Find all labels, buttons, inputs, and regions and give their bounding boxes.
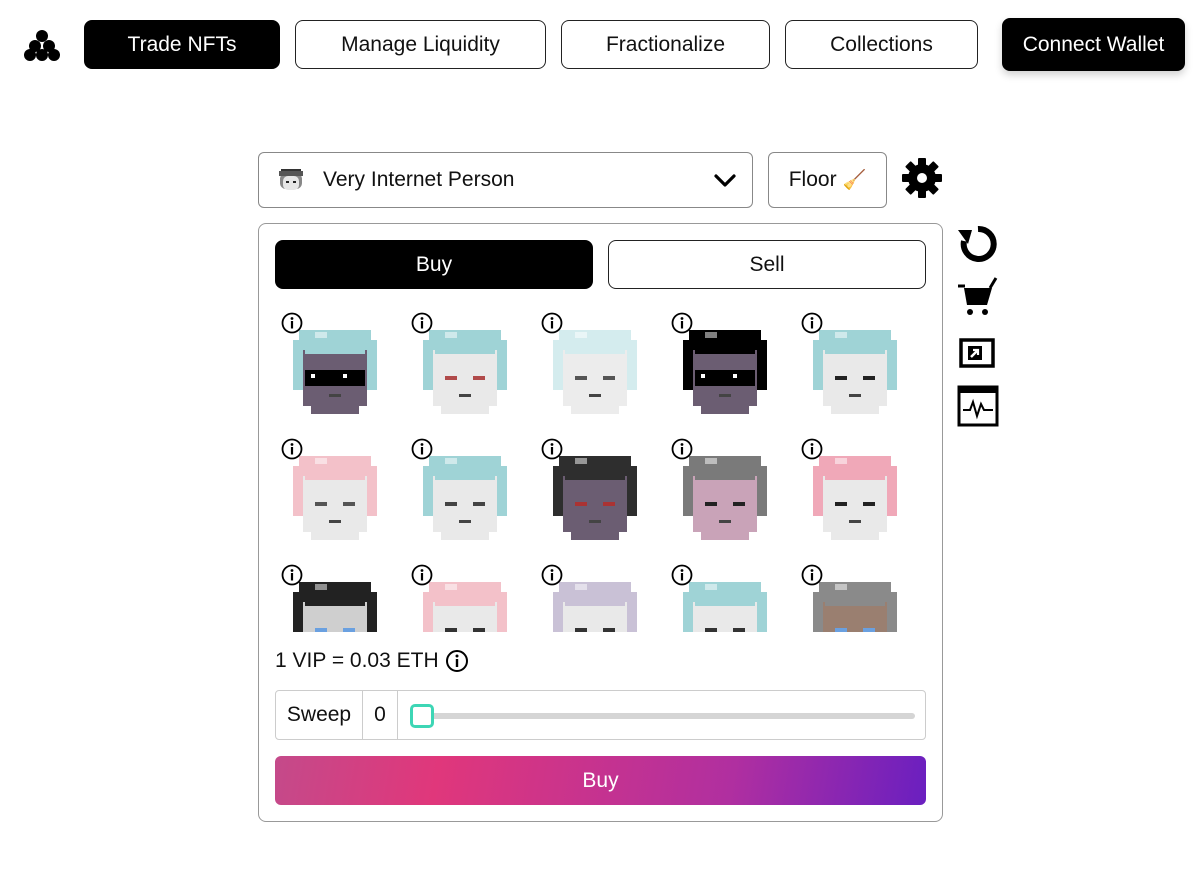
price-text: 1 VIP = 0.03 ETH [275, 649, 439, 672]
info-icon[interactable] [281, 564, 303, 586]
logo-icon[interactable] [24, 28, 60, 62]
nav-collections[interactable]: Collections [785, 20, 978, 69]
activity-icon[interactable] [956, 384, 1000, 428]
nft-item[interactable] [795, 562, 915, 632]
sweep-control: Sweep 0 [275, 690, 926, 740]
nft-item[interactable] [795, 310, 915, 430]
nft-item[interactable] [535, 310, 655, 430]
collection-select[interactable]: Very Internet Person [258, 152, 753, 208]
nft-grid [275, 310, 927, 632]
nft-avatar [813, 456, 897, 540]
nav-manage-liquidity[interactable]: Manage Liquidity [295, 20, 546, 69]
nft-item[interactable] [665, 436, 785, 556]
nft-item[interactable] [275, 562, 395, 632]
info-icon[interactable] [671, 438, 693, 460]
cart-icon[interactable] [956, 276, 1000, 320]
chevron-down-icon[interactable] [712, 167, 738, 193]
nft-item[interactable] [795, 436, 915, 556]
info-icon[interactable] [411, 438, 433, 460]
floor-button[interactable]: Floor 🧹 [768, 152, 887, 208]
info-icon[interactable] [671, 564, 693, 586]
info-icon[interactable] [801, 564, 823, 586]
trade-panel: Buy Sell 1 VIP = 0.03 ETH Sweep 0 Buy [258, 223, 943, 822]
nft-item[interactable] [535, 562, 655, 632]
refresh-icon[interactable] [956, 222, 1000, 266]
info-icon[interactable] [671, 312, 693, 334]
nav-trade-nfts[interactable]: Trade NFTs [84, 20, 280, 69]
tab-buy[interactable]: Buy [275, 240, 593, 289]
nft-avatar [423, 456, 507, 540]
nft-item[interactable] [275, 436, 395, 556]
nft-item[interactable] [405, 310, 525, 430]
connect-wallet-button[interactable]: Connect Wallet [1002, 18, 1185, 71]
info-icon[interactable] [281, 438, 303, 460]
buy-button[interactable]: Buy [275, 756, 926, 805]
collection-avatar [279, 169, 303, 190]
external-link-icon[interactable] [956, 332, 1000, 376]
nft-avatar [553, 456, 637, 540]
nft-item[interactable] [405, 436, 525, 556]
info-icon[interactable] [801, 438, 823, 460]
info-icon[interactable] [541, 564, 563, 586]
info-icon[interactable] [411, 312, 433, 334]
nft-item[interactable] [275, 310, 395, 430]
nav-fractionalize[interactable]: Fractionalize [561, 20, 770, 69]
nft-item[interactable] [665, 310, 785, 430]
nft-avatar [293, 330, 377, 414]
nft-avatar [683, 330, 767, 414]
nft-avatar [683, 456, 767, 540]
collection-name: Very Internet Person [323, 168, 515, 191]
nft-avatar [813, 330, 897, 414]
tab-sell[interactable]: Sell [608, 240, 926, 289]
nft-avatar [293, 456, 377, 540]
nft-avatar [553, 330, 637, 414]
price-row: 1 VIP = 0.03 ETH [275, 649, 469, 673]
info-icon[interactable] [281, 312, 303, 334]
slider-thumb[interactable] [410, 704, 434, 728]
sweep-label: Sweep [276, 691, 363, 739]
broom-icon: 🧹 [842, 170, 867, 191]
slider-track [412, 713, 915, 719]
gear-icon[interactable] [900, 156, 944, 200]
nft-avatar [423, 330, 507, 414]
nft-item[interactable] [665, 562, 785, 632]
floor-label: Floor [788, 168, 837, 191]
info-icon[interactable] [445, 649, 469, 673]
sweep-count: 0 [363, 691, 398, 739]
info-icon[interactable] [541, 438, 563, 460]
info-icon[interactable] [541, 312, 563, 334]
nft-item[interactable] [405, 562, 525, 632]
info-icon[interactable] [411, 564, 433, 586]
sweep-slider[interactable] [398, 691, 925, 739]
nft-item[interactable] [535, 436, 655, 556]
info-icon[interactable] [801, 312, 823, 334]
